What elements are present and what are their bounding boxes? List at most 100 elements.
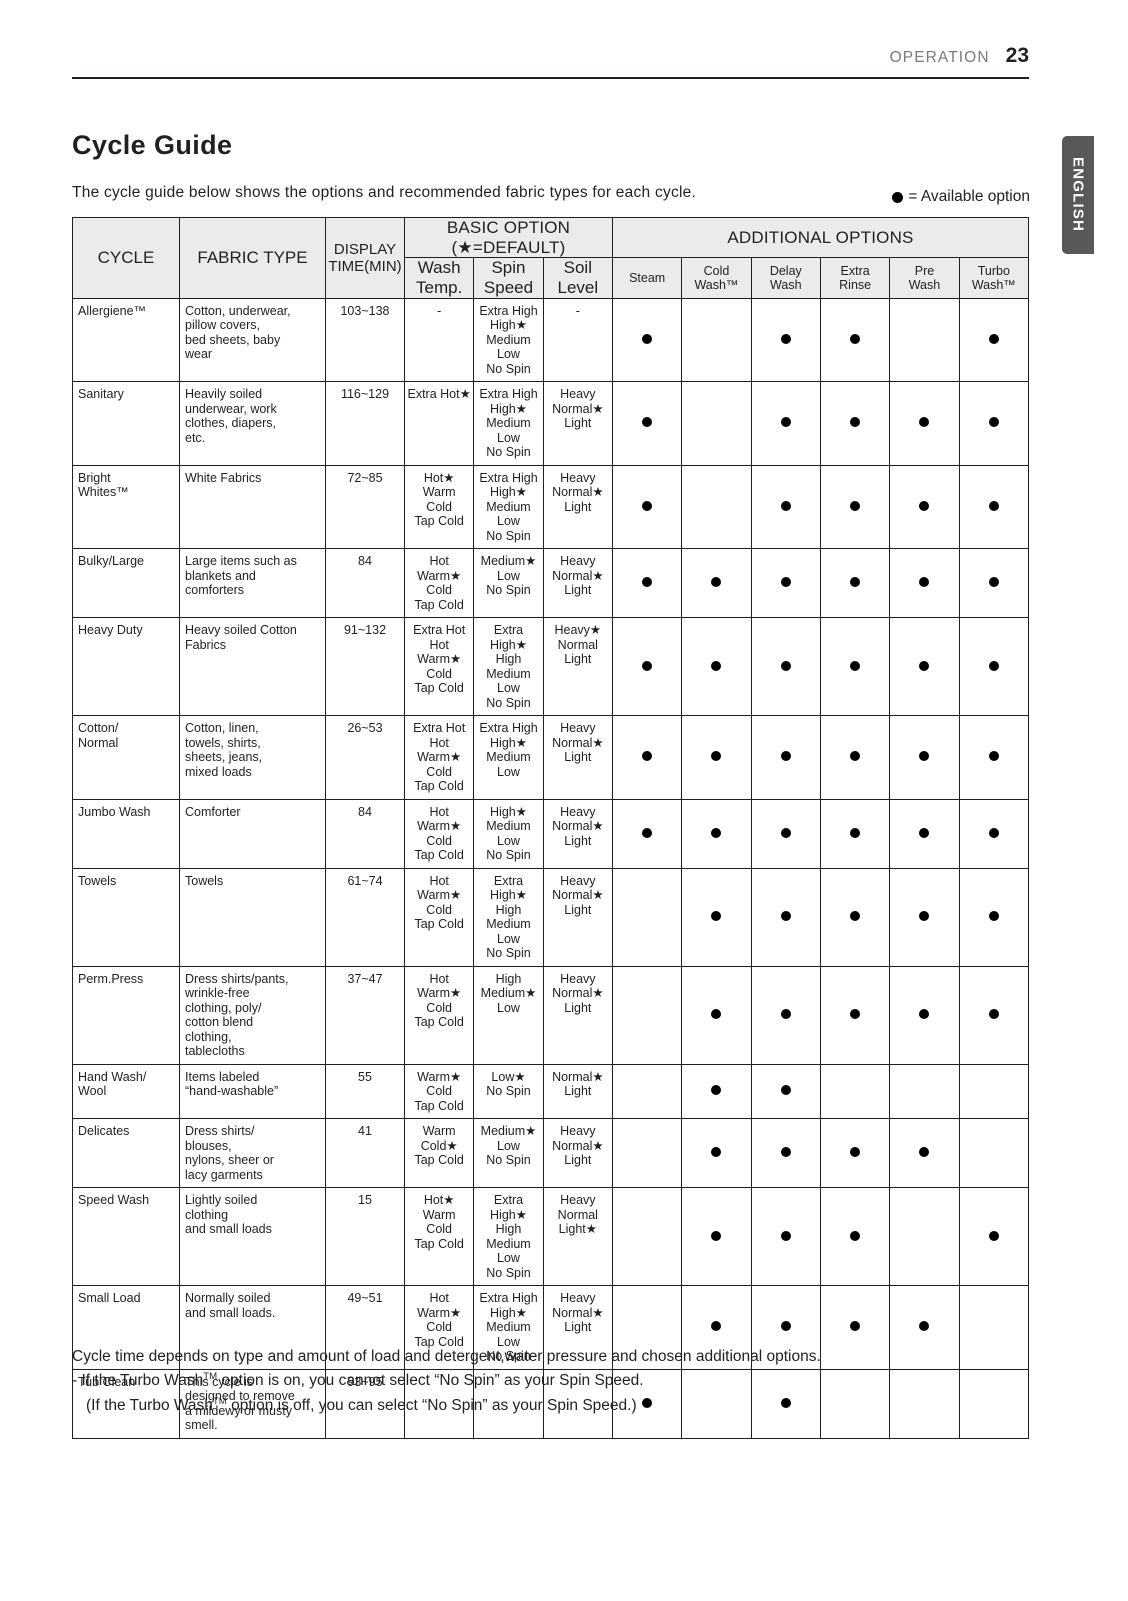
- cell-spin: Extra High High★ Medium Low No Spin: [473, 297, 544, 383]
- cell-option-cold-wash: [681, 798, 752, 869]
- cell-option-steam: [611, 297, 683, 383]
- cell-cycle: Hand Wash/ Wool: [72, 1063, 180, 1120]
- table-row: Hand Wash/ Wool Items labeled “hand-washa…: [72, 1063, 1030, 1120]
- available-option-dot-icon: [711, 827, 722, 838]
- available-option-dot-icon: [919, 660, 930, 671]
- footnote-line-3: (If the Turbo WashTM option is off, you …: [72, 1394, 1052, 1419]
- legend-label: = Available option: [908, 188, 1030, 205]
- cell-wash: Hot Warm★ Cold Tap Cold: [403, 798, 475, 869]
- available-option-dot-icon: [642, 577, 653, 588]
- cell-option-cold-wash: [681, 381, 752, 466]
- cell-option-cold-wash: [681, 297, 752, 383]
- available-option-dot-icon: [642, 333, 653, 344]
- cell-option-turbo-wash: [958, 464, 1030, 550]
- footnote-2-pre: - If the Turbo Wash: [72, 1372, 204, 1390]
- col-header-soil-level: Soil Level: [542, 257, 613, 299]
- cell-spin: Extra High★ High Medium Low No Spin: [473, 617, 544, 717]
- available-option-dot-icon: [780, 333, 791, 344]
- available-option-dot-icon: [919, 1009, 930, 1020]
- available-option-dot-icon: [892, 191, 904, 203]
- cell-option-extra-rinse: [819, 381, 891, 466]
- available-option-dot-icon: [780, 751, 791, 762]
- cell-cycle: Sanitary: [72, 381, 180, 466]
- available-option-dot-icon: [780, 1009, 791, 1020]
- available-option-dot-icon: [988, 660, 999, 671]
- cell-option-steam: [611, 617, 683, 717]
- available-option-dot-icon: [780, 911, 791, 922]
- cell-fabric: Towels: [179, 867, 326, 967]
- cell-spin: Medium★ Low No Spin: [473, 1118, 544, 1189]
- cell-option-extra-rinse: [819, 1063, 891, 1120]
- col-header-spin-speed: Spin Speed: [473, 257, 544, 299]
- cell-fabric: Lightly soiled clothing and small loads: [179, 1187, 326, 1287]
- language-tab-english: ENGLISH: [1062, 136, 1094, 254]
- available-option-dot-icon: [711, 1009, 722, 1020]
- available-option-dot-icon: [642, 827, 653, 838]
- cell-fabric: Heavily soiled underwear, work clothes, …: [179, 381, 326, 466]
- cell-option-extra-rinse: [819, 464, 891, 550]
- header-right-group: OPERATION 23: [890, 44, 1029, 68]
- table-body: Allergiene™ Cotton, underwear, pillow cov…: [72, 297, 1030, 1439]
- available-option-dot-icon: [988, 333, 999, 344]
- cell-wash: Extra Hot Hot Warm★ Cold Tap Cold: [403, 617, 475, 717]
- page-title: Cycle Guide: [72, 130, 233, 161]
- cell-option-delay-wash: [750, 548, 821, 619]
- cell-wash: Hot Warm★ Cold Tap Cold: [403, 965, 475, 1065]
- cell-option-pre-wash: [889, 798, 960, 869]
- available-option-dot-icon: [711, 1147, 722, 1158]
- cell-option-pre-wash: [889, 1063, 960, 1120]
- available-option-dot-icon: [642, 751, 653, 762]
- footnote-line-2: - If the Turbo WashTM option is on, you …: [72, 1369, 1052, 1394]
- cell-option-cold-wash: [681, 617, 752, 717]
- cell-option-extra-rinse: [819, 965, 891, 1065]
- cell-option-pre-wash: [889, 1118, 960, 1189]
- cell-option-steam: [611, 965, 683, 1065]
- available-option-dot-icon: [711, 1085, 722, 1096]
- table-row: Heavy Duty Heavy soiled Cotton Fabrics 91~…: [72, 617, 1030, 717]
- cell-fabric: Cotton, linen, towels, shirts, sheets, j…: [179, 715, 326, 800]
- available-option-dot-icon: [780, 1321, 791, 1332]
- cell-spin: Extra High High★ Medium Low No Spin: [473, 464, 544, 550]
- cell-option-pre-wash: [889, 548, 960, 619]
- footnote-2-post: option is on, you cannot select “No Spin…: [217, 1372, 644, 1390]
- available-option-dot-icon: [850, 1321, 861, 1332]
- cell-time: 26~53: [325, 715, 405, 800]
- cell-soil: Normal★ Light: [542, 1063, 613, 1120]
- cell-cycle: Jumbo Wash: [72, 798, 180, 869]
- available-option-dot-icon: [988, 911, 999, 922]
- available-option-dot-icon: [850, 577, 861, 588]
- cell-fabric: White Fabrics: [179, 464, 326, 550]
- available-option-dot-icon: [919, 1147, 930, 1158]
- cell-option-pre-wash: [889, 381, 960, 466]
- cell-option-cold-wash: [681, 1063, 752, 1120]
- cell-option-turbo-wash: [958, 965, 1030, 1065]
- available-option-dot-icon: [642, 660, 653, 671]
- cell-cycle: Towels: [72, 867, 180, 967]
- cell-wash: Extra Hot★: [403, 381, 475, 466]
- footnote-3-post: option is off, you can select “No Spin” …: [226, 1397, 637, 1415]
- col-header-wash-temp: Wash Temp.: [403, 257, 475, 299]
- available-option-dot-icon: [988, 827, 999, 838]
- col-header-turbo-wash: Turbo Wash™: [958, 257, 1030, 299]
- available-option-dot-icon: [780, 577, 791, 588]
- cell-soil: Heavy Normal★ Light: [542, 464, 613, 550]
- group-header-additional-options: ADDITIONAL OPTIONS: [611, 216, 1030, 259]
- available-option-dot-icon: [919, 1321, 930, 1332]
- cell-option-turbo-wash: [958, 867, 1030, 967]
- cell-option-extra-rinse: [819, 1187, 891, 1287]
- available-option-dot-icon: [780, 1230, 791, 1241]
- cell-option-steam: [611, 1118, 683, 1189]
- cell-spin: Medium★ Low No Spin: [473, 548, 544, 619]
- cell-option-steam: [611, 381, 683, 466]
- cell-wash: -: [403, 297, 475, 383]
- cell-option-extra-rinse: [819, 798, 891, 869]
- cell-option-cold-wash: [681, 965, 752, 1065]
- cell-wash: Hot★ Warm Cold Tap Cold: [403, 464, 475, 550]
- language-tab-label: ENGLISH: [1069, 157, 1087, 233]
- cell-option-turbo-wash: [958, 1118, 1030, 1189]
- available-option-dot-icon: [850, 1009, 861, 1020]
- cell-option-pre-wash: [889, 1187, 960, 1287]
- col-header-cold-wash: Cold Wash™: [681, 257, 752, 299]
- cell-cycle: Bulky/Large: [72, 548, 180, 619]
- table-row: Bulky/Large Large items such as blankets …: [72, 548, 1030, 619]
